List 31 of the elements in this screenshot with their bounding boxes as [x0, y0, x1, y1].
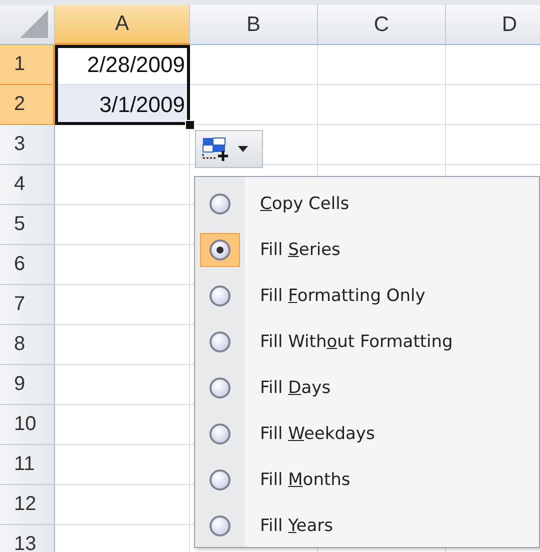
menu-item[interactable]: Fill Series	[195, 227, 539, 273]
autofill-options-button[interactable]	[195, 130, 263, 168]
row-header[interactable]: 12	[0, 485, 55, 525]
row-header[interactable]: 9	[0, 365, 55, 405]
menu-item[interactable]: Copy Cells	[195, 181, 539, 227]
row-header[interactable]: 5	[0, 205, 55, 245]
row-header[interactable]: 10	[0, 405, 55, 445]
row-header[interactable]: 3	[0, 125, 55, 165]
row-header[interactable]: 6	[0, 245, 55, 285]
menu-item[interactable]: Fill Years	[195, 503, 539, 549]
row-header[interactable]: 4	[0, 165, 55, 205]
row-header[interactable]: 8	[0, 325, 55, 365]
row-header[interactable]: 11	[0, 445, 55, 485]
column-header[interactable]: A	[55, 5, 190, 45]
autofill-icon	[202, 137, 230, 161]
column-header[interactable]: C	[318, 5, 446, 45]
radio-button[interactable]	[209, 239, 231, 261]
menu-item[interactable]: Fill Months	[195, 457, 539, 503]
caret-icon	[238, 146, 248, 152]
row-header[interactable]: 7	[0, 285, 55, 325]
menu-item[interactable]: Fill Weekdays	[195, 411, 539, 457]
row-header[interactable]: 13	[0, 525, 55, 552]
menu-item[interactable]: Fill Without Formatting	[195, 319, 539, 365]
column-header[interactable]: B	[190, 5, 318, 45]
menu-item[interactable]: Fill Formatting Only	[195, 273, 539, 319]
column-header[interactable]: D	[446, 5, 540, 45]
fill-handle[interactable]	[185, 120, 195, 130]
menu-item[interactable]: Fill Days	[195, 365, 539, 411]
row-header[interactable]: 1	[0, 45, 55, 85]
row-header[interactable]: 2	[0, 85, 55, 125]
select-all-icon[interactable]	[20, 10, 48, 38]
